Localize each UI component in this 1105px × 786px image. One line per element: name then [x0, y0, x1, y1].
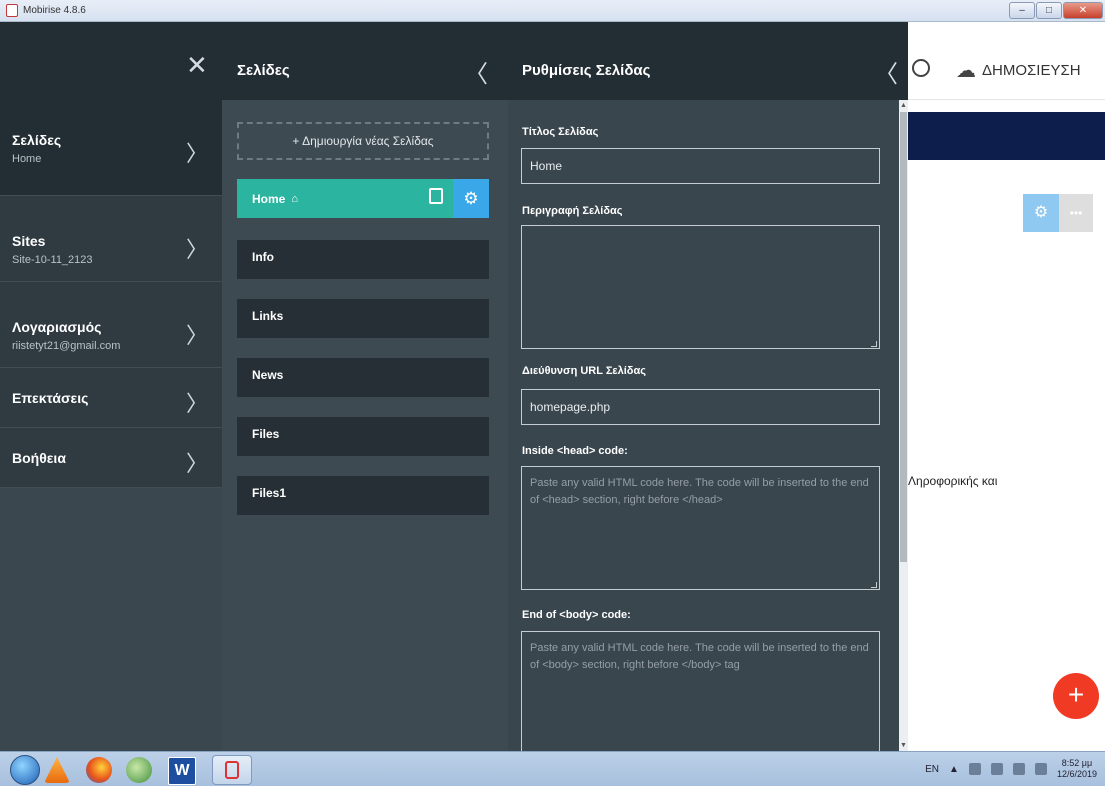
description-textarea[interactable] [521, 225, 880, 349]
canvas-topbar: ☁ ΔΗΜΟΣΙΕΥΣΗ [908, 22, 1105, 100]
create-new-page-button[interactable]: + Δημιουργία νέας Σελίδας [237, 122, 489, 160]
windows-taskbar: W EN ▲ 8:52 μμ 12/6/2019 [0, 751, 1105, 786]
settings-scrollbar[interactable]: ▲ ▼ [899, 100, 908, 751]
block-more-icon[interactable]: ••• [1059, 194, 1093, 232]
preview-icon[interactable] [912, 59, 930, 77]
chevron-right-icon: 〉 [185, 141, 208, 166]
language-indicator[interactable]: EN [925, 764, 939, 775]
close-menu-icon[interactable]: ✕ [186, 52, 208, 78]
body-code-textarea[interactable]: Paste any valid HTML code here. The code… [521, 631, 880, 751]
head-code-textarea[interactable]: Paste any valid HTML code here. The code… [521, 466, 880, 590]
body-code-label: End of <body> code: [522, 609, 631, 621]
description-label: Περιγραφή Σελίδας [522, 205, 623, 217]
pages-header: Σελίδες 〈 [222, 22, 508, 100]
maximize-button[interactable]: □ [1036, 2, 1062, 19]
mobirise-taskbar-icon[interactable] [212, 755, 252, 785]
clock-time: 8:52 μμ [1061, 758, 1093, 768]
chevron-right-icon: 〉 [185, 451, 208, 476]
page-item-news[interactable]: News [237, 358, 489, 397]
site-navbar-block[interactable] [908, 112, 1105, 160]
page-settings-gear-icon[interactable]: ⚙ [453, 179, 489, 218]
system-tray: EN ▲ 8:52 μμ 12/6/2019 [925, 758, 1097, 780]
page-item-info[interactable]: Info [237, 240, 489, 279]
chevron-right-icon: 〉 [185, 323, 208, 348]
menu-item-help[interactable]: Βοήθεια 〉 [0, 428, 222, 488]
menu-item-account[interactable]: Λογαριασμός riistetyt21@gmail.com 〉 [0, 282, 222, 368]
head-code-label: Inside <head> code: [522, 445, 628, 457]
word-icon[interactable]: W [168, 757, 196, 785]
page-url-input[interactable]: homepage.php [521, 389, 880, 425]
page-url-label: Διεύθυνση URL Σελίδας [522, 365, 646, 377]
page-title-input[interactable]: Home [521, 148, 880, 184]
head-code-placeholder: Paste any valid HTML code here. The code… [530, 477, 869, 506]
network-globe-icon[interactable] [126, 757, 152, 783]
window-controls: – □ ✕ [1009, 2, 1103, 19]
site-canvas: ☁ ΔΗΜΟΣΙΕΥΣΗ ⚙ ••• Ληροφορικής και + [908, 22, 1105, 751]
monitor-icon[interactable] [990, 763, 1003, 775]
menu-item-pages[interactable]: Σελίδες Home 〉 [0, 100, 222, 196]
scrollbar-thumb[interactable] [900, 112, 907, 562]
start-button[interactable] [10, 755, 40, 785]
resize-handle-icon[interactable] [871, 341, 877, 347]
tray-expand-icon[interactable]: ▲ [949, 764, 959, 775]
page-item-links[interactable]: Links [237, 299, 489, 338]
page-item-files[interactable]: Files [237, 417, 489, 456]
menu-header: ✕ [0, 22, 222, 100]
page-settings-panel: Ρυθμίσεις Σελίδας 〈 Τίτλος Σελίδας Home … [508, 22, 908, 751]
chevron-left-icon[interactable]: 〈 [874, 54, 898, 89]
body-code-placeholder: Paste any valid HTML code here. The code… [530, 642, 869, 671]
chevron-right-icon: 〉 [185, 391, 208, 416]
volume-icon[interactable] [1034, 763, 1047, 775]
menu-item-extensions[interactable]: Επεκτάσεις 〉 [0, 368, 222, 428]
page-title-label: Τίτλος Σελίδας [522, 126, 599, 138]
page-item-label: Home [252, 191, 286, 206]
settings-header: Ρυθμίσεις Σελίδας 〈 [508, 22, 908, 100]
network-icon[interactable] [1012, 763, 1025, 775]
mobirise-app-icon [6, 4, 18, 17]
scroll-up-arrow-icon[interactable]: ▲ [900, 102, 907, 109]
duplicate-page-icon[interactable] [429, 188, 443, 204]
clock[interactable]: 8:52 μμ 12/6/2019 [1057, 758, 1097, 780]
site-content-text[interactable]: Ληροφορικής και [908, 474, 997, 488]
flag-icon[interactable] [968, 763, 981, 775]
vlc-icon[interactable] [44, 757, 70, 783]
firefox-icon[interactable] [86, 757, 112, 783]
block-settings-gear-icon[interactable]: ⚙ [1023, 194, 1059, 232]
main-menu-panel: ✕ Σελίδες Home 〉 Sites Site-10-11_2123 〉… [0, 22, 222, 751]
window-titlebar: Mobirise 4.8.6 – □ ✕ [0, 0, 1105, 22]
publish-button[interactable]: ☁ ΔΗΜΟΣΙΕΥΣΗ [956, 58, 1081, 83]
pages-panel: Σελίδες 〈 + Δημιουργία νέας Σελίδας Home… [222, 22, 508, 751]
settings-panel-title: Ρυθμίσεις Σελίδας [522, 62, 651, 79]
window-title: Mobirise 4.8.6 [23, 5, 86, 16]
cloud-upload-icon: ☁ [956, 60, 976, 82]
page-item-home[interactable]: Home ⌂ ⚙ [237, 179, 489, 218]
page-item-files1[interactable]: Files1 [237, 476, 489, 515]
app-area: ✕ Σελίδες Home 〉 Sites Site-10-11_2123 〉… [0, 22, 1105, 751]
menu-item-sites[interactable]: Sites Site-10-11_2123 〉 [0, 196, 222, 282]
pages-panel-title: Σελίδες [237, 62, 290, 79]
scroll-down-arrow-icon[interactable]: ▼ [900, 742, 907, 749]
chevron-left-icon[interactable]: 〈 [464, 54, 488, 89]
home-icon: ⌂ [291, 192, 298, 205]
clock-date: 12/6/2019 [1056, 769, 1097, 779]
block-toolbar: ⚙ ••• [1023, 194, 1093, 232]
publish-label: ΔΗΜΟΣΙΕΥΣΗ [982, 62, 1081, 79]
add-block-button[interactable]: + [1053, 673, 1099, 719]
minimize-button[interactable]: – [1009, 2, 1035, 19]
close-window-button[interactable]: ✕ [1063, 2, 1103, 19]
chevron-right-icon: 〉 [185, 237, 208, 262]
mobirise-glyph-icon [225, 761, 239, 779]
resize-handle-icon[interactable] [871, 582, 877, 588]
